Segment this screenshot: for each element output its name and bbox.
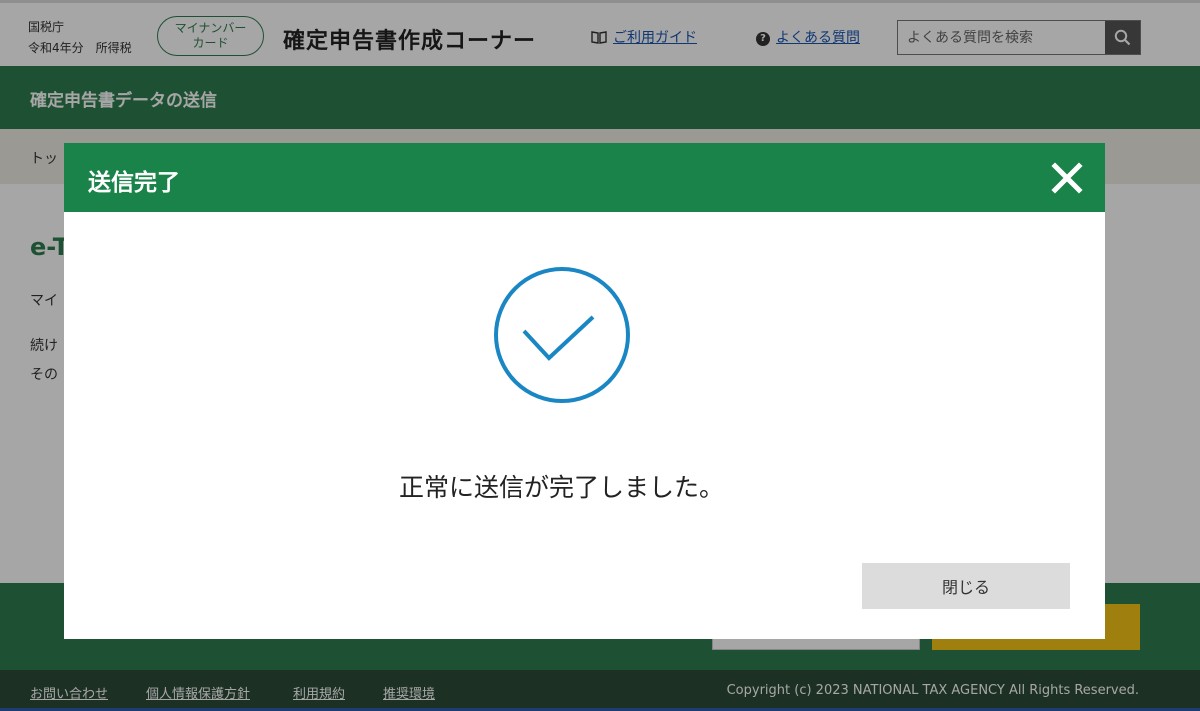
- success-message: 正常に送信が完了しました。: [398, 473, 724, 502]
- dialog-title: 送信完了: [88, 170, 180, 196]
- dialog-header: 送信完了: [64, 143, 1105, 212]
- send-complete-dialog: 送信完了 正常に送信が完了しました。 閉じる: [64, 143, 1105, 639]
- close-button[interactable]: 閉じる: [862, 563, 1070, 609]
- close-icon: [1051, 162, 1083, 194]
- dialog-close-button[interactable]: [1051, 162, 1083, 194]
- check-circle-icon: [494, 267, 630, 403]
